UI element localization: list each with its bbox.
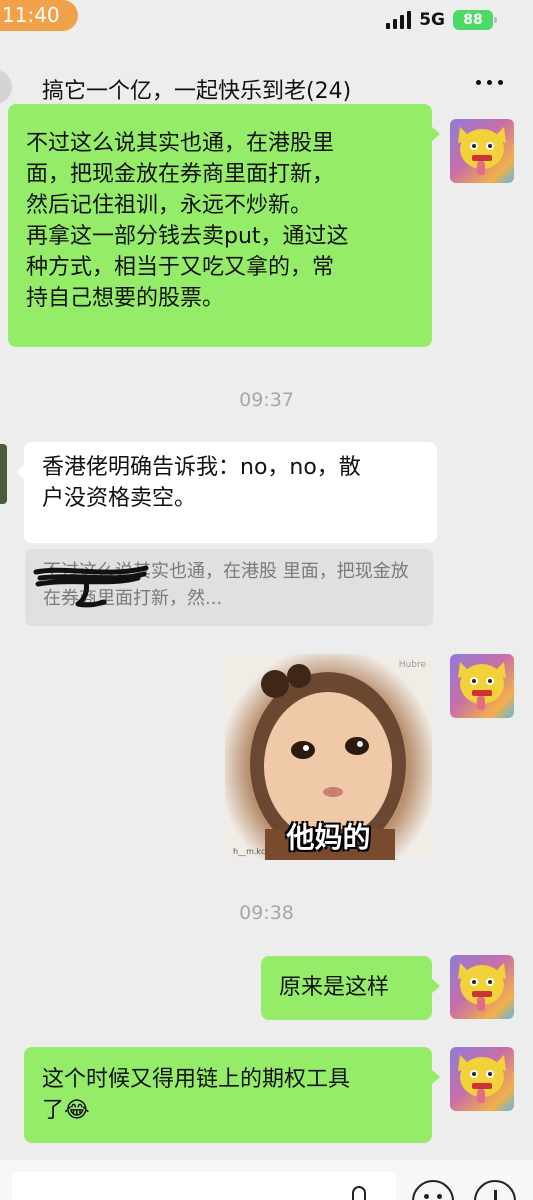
message-input[interactable] [12,1172,396,1200]
more-icon[interactable] [476,80,503,85]
sticker-image[interactable]: Hubre h__m.kct... 他妈的 [225,654,432,860]
sticker-watermark: Hubre [398,660,426,670]
status-time: 11:40 [0,0,78,31]
message-bubble[interactable]: 原来是这样 [261,956,440,1020]
other-avatar[interactable] [0,444,7,504]
user-avatar[interactable] [450,654,514,718]
chat-title: 搞它一个亿，一起快乐到老(24) [42,79,352,104]
message-bubble[interactable]: 不过这么说其实也通，在港股里 面，把现金放在券商里面打新， 然后记住祖训，永远不… [8,104,440,347]
status-indicators: 5G 88 [386,8,497,32]
message-bubble[interactable]: 香港佬明确告诉我：no，no，散 户没资格卖空。 [16,442,437,543]
user-avatar[interactable] [450,1047,514,1111]
network-label: 5G [419,10,445,30]
signal-icon [386,11,412,29]
timestamp: 09:37 [239,389,294,411]
message-bubble[interactable]: 这个时候又得用链上的期权工具 了😂 [24,1047,440,1143]
back-icon[interactable] [0,70,12,104]
voice-icon[interactable] [352,1186,366,1200]
sticker-caption: 他妈的 [286,821,371,854]
battery-level: 88 [463,12,483,28]
user-avatar[interactable] [450,955,514,1019]
redaction-scribble [33,565,149,608]
battery-icon: 88 [453,10,497,30]
user-avatar[interactable] [450,119,514,183]
timestamp: 09:38 [239,902,294,924]
